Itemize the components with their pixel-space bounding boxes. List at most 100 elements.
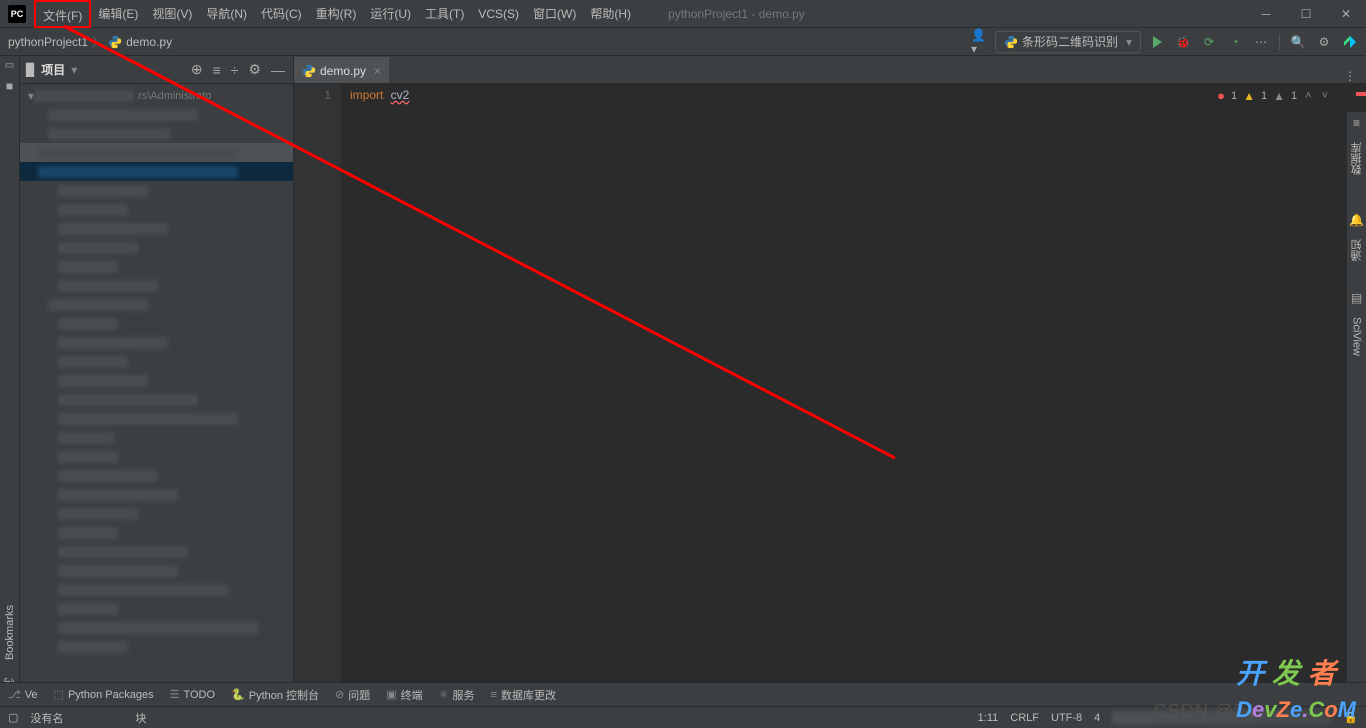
breadcrumb-file[interactable]: demo.py xyxy=(126,35,172,49)
hide-icon[interactable]: — xyxy=(269,62,287,78)
file-encoding[interactable]: UTF-8 xyxy=(1051,712,1082,724)
sciview-tool[interactable]: SciView xyxy=(1351,311,1363,362)
window-close-icon[interactable]: ✕ xyxy=(1326,0,1366,28)
jetbrains-space-icon[interactable] xyxy=(1342,34,1358,50)
tree-row[interactable] xyxy=(20,181,293,200)
tree-row[interactable] xyxy=(20,428,293,447)
bell-icon[interactable]: 🔔 xyxy=(1349,213,1364,227)
run-config-label: 条形码二维码识别 xyxy=(1022,33,1118,50)
code-editor[interactable]: 1 import cv2 ●1 ▲1 ▲1 ˄ ˅ xyxy=(294,84,1366,706)
sciview-icon[interactable]: ▤ xyxy=(1351,291,1362,305)
tab-options-icon[interactable]: ⋮ xyxy=(1334,69,1366,83)
notifications-tool[interactable]: 通知 xyxy=(1349,233,1365,267)
commit-tool-icon[interactable]: ■ xyxy=(6,79,13,93)
tree-row[interactable] xyxy=(20,599,293,618)
code-content[interactable]: import cv2 ●1 ▲1 ▲1 ˄ ˅ xyxy=(342,84,1366,706)
attach-button[interactable]: ⋯ xyxy=(1253,34,1269,50)
tree-row[interactable] xyxy=(20,504,293,523)
terminal-tool[interactable]: ▣终端 xyxy=(386,687,422,703)
tree-row[interactable] xyxy=(20,105,293,124)
python-packages-tool[interactable]: ⬚Python Packages xyxy=(54,688,154,701)
next-highlight-icon[interactable]: ˅ xyxy=(1320,90,1330,102)
tree-row[interactable] xyxy=(20,200,293,219)
menu-refactor[interactable]: 重构(R) xyxy=(309,0,364,28)
tree-row[interactable] xyxy=(20,295,293,314)
tree-row[interactable] xyxy=(20,466,293,485)
tree-row-selected[interactable] xyxy=(20,162,293,181)
python-console-tool[interactable]: 🐍Python 控制台 xyxy=(231,687,319,703)
tree-row[interactable] xyxy=(20,333,293,352)
breadcrumb-project[interactable]: pythonProject1 xyxy=(8,35,88,49)
tree-row[interactable] xyxy=(20,523,293,542)
debug-button[interactable]: 🐞 xyxy=(1175,34,1191,50)
breadcrumb[interactable]: pythonProject1 〉 demo.py xyxy=(8,33,172,50)
tab-close-icon[interactable]: × xyxy=(374,64,381,78)
menu-tools[interactable]: 工具(T) xyxy=(418,0,471,28)
problems-tool[interactable]: ⊘问题 xyxy=(335,687,370,703)
locate-icon[interactable]: ⊕ xyxy=(189,61,205,78)
tree-row[interactable] xyxy=(20,637,293,656)
run-configuration-selector[interactable]: 条形码二维码识别 ▾ xyxy=(995,31,1141,53)
project-tool-icon[interactable]: ▭ xyxy=(5,60,14,71)
database-tool[interactable]: 数据库 xyxy=(1349,136,1365,181)
menu-file[interactable]: 文件(F) xyxy=(34,0,91,28)
menu-navigate[interactable]: 导航(N) xyxy=(199,0,254,28)
expand-all-icon[interactable]: ≡ xyxy=(211,62,223,78)
settings-icon[interactable]: ⚙ xyxy=(246,61,263,78)
menu-code[interactable]: 代码(C) xyxy=(254,0,309,28)
line-ending[interactable]: CRLF xyxy=(1010,712,1039,724)
prev-highlight-icon[interactable]: ˄ xyxy=(1303,90,1313,102)
project-tree[interactable]: ▾ rs\Administrato xyxy=(20,84,293,706)
window-maximize-icon[interactable]: ☐ xyxy=(1286,0,1326,28)
caret-position[interactable]: 1:11 xyxy=(978,712,999,724)
left-tool-gutter: ▭ ■ Bookmarks 结构 xyxy=(0,56,20,706)
menu-help[interactable]: 帮助(H) xyxy=(583,0,638,28)
tree-row[interactable] xyxy=(20,580,293,599)
tree-row[interactable] xyxy=(20,257,293,276)
search-icon[interactable]: 🔍 xyxy=(1290,34,1306,50)
tree-row[interactable] xyxy=(20,276,293,295)
version-control-tool[interactable]: ⎇Ve xyxy=(8,688,38,701)
settings-icon[interactable]: ⚙ xyxy=(1316,34,1332,50)
tree-row[interactable]: ▾ rs\Administrato xyxy=(20,86,293,105)
inspection-widget[interactable]: ●1 ▲1 ▲1 ˄ ˅ xyxy=(1217,88,1330,103)
tree-row[interactable] xyxy=(20,447,293,466)
menu-edit[interactable]: 编辑(E) xyxy=(91,0,145,28)
breadcrumb-sep-icon: 〉 xyxy=(92,33,104,50)
indent-size[interactable]: 4 xyxy=(1094,712,1100,724)
tree-row[interactable] xyxy=(20,618,293,637)
run-with-coverage-button[interactable]: ⟳ xyxy=(1201,34,1217,50)
user-icon[interactable]: 👤▾ xyxy=(971,34,987,50)
tree-row[interactable] xyxy=(20,542,293,561)
tree-row[interactable] xyxy=(20,371,293,390)
tree-row[interactable] xyxy=(20,143,293,162)
tool-windows-icon[interactable]: ▢ xyxy=(8,711,18,724)
tree-row[interactable] xyxy=(20,219,293,238)
tree-row[interactable] xyxy=(20,409,293,428)
error-stripe-mark[interactable] xyxy=(1356,92,1366,96)
window-minimize-icon[interactable]: ─ xyxy=(1246,0,1286,28)
tree-row[interactable] xyxy=(20,314,293,333)
run-button[interactable] xyxy=(1149,34,1165,50)
menu-view[interactable]: 视图(V) xyxy=(145,0,199,28)
tree-row[interactable] xyxy=(20,485,293,504)
menu-window[interactable]: 窗口(W) xyxy=(526,0,583,28)
chevron-down-icon[interactable]: ▾ xyxy=(71,63,77,77)
project-header-label[interactable]: 项目 xyxy=(41,61,65,78)
tree-row[interactable] xyxy=(20,124,293,143)
services-tool[interactable]: ⚛服务 xyxy=(439,687,475,703)
database-icon[interactable]: ≡ xyxy=(1353,116,1360,130)
bookmarks-tool[interactable]: Bookmarks xyxy=(4,599,16,666)
collapse-all-icon[interactable]: ÷ xyxy=(229,62,241,78)
menu-vcs[interactable]: VCS(S) xyxy=(471,0,526,28)
database-changes-tool[interactable]: ≡数据库更改 xyxy=(491,687,556,703)
warning-icon: ▲ xyxy=(1243,89,1255,103)
tree-row[interactable] xyxy=(20,561,293,580)
tree-row[interactable] xyxy=(20,352,293,371)
editor-tab-demo[interactable]: demo.py × xyxy=(294,57,389,83)
menu-run[interactable]: 运行(U) xyxy=(363,0,418,28)
todo-tool[interactable]: ☰TODO xyxy=(170,688,215,701)
tree-row[interactable] xyxy=(20,238,293,257)
profile-button[interactable]: ◔ xyxy=(1227,34,1243,50)
tree-row[interactable] xyxy=(20,390,293,409)
